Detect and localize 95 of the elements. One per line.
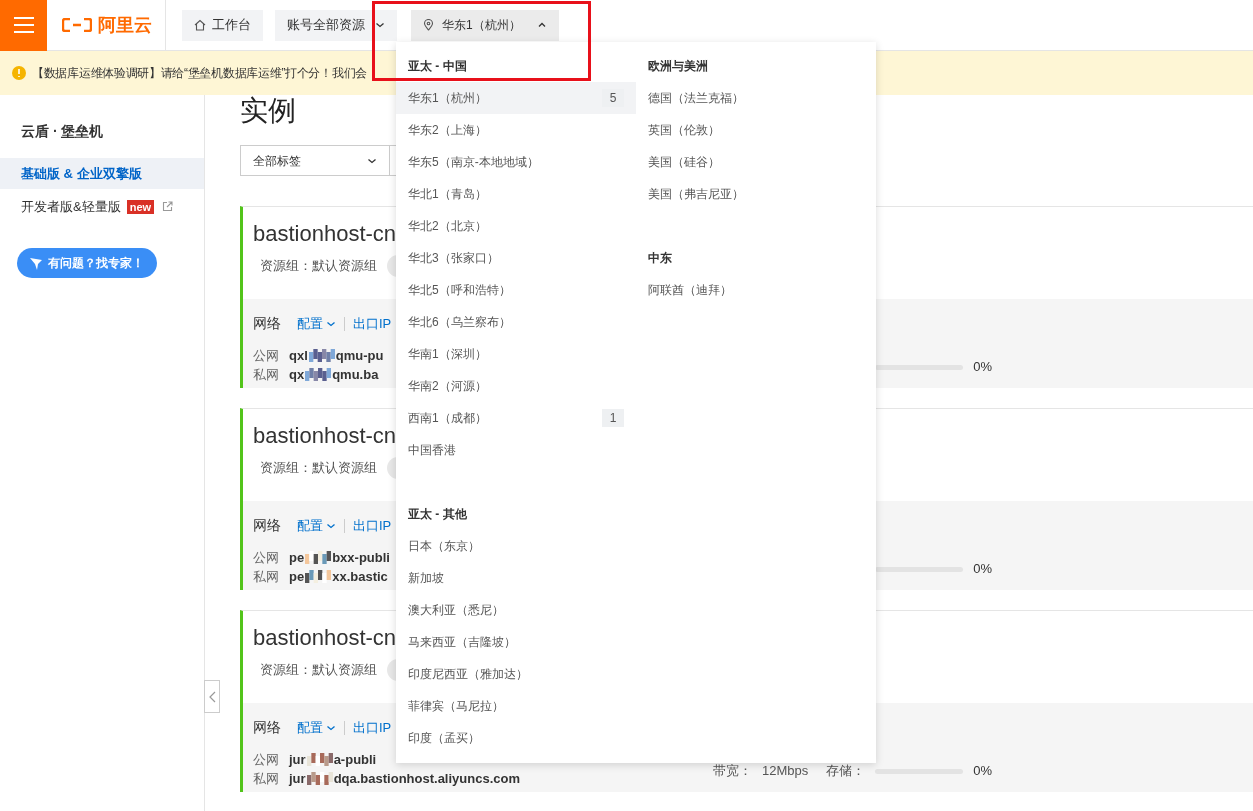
bandwidth-value: 12Mbps xyxy=(761,761,809,780)
sidebar-item-label: 开发者版&轻量版 xyxy=(21,197,121,216)
egress-ip-link[interactable]: 出口IP xyxy=(353,717,392,738)
region-option[interactable]: 菲律宾（马尼拉） xyxy=(396,690,636,722)
storage-label: 存储： xyxy=(826,761,866,780)
region-option[interactable]: 印度尼西亚（雅加达） xyxy=(396,658,636,690)
public-label: 公网 xyxy=(253,548,279,567)
pixelated-redaction xyxy=(305,550,332,565)
logo-text: 阿里云 xyxy=(98,13,152,37)
sidebar-item-label: 基础版 & 企业双擎版 xyxy=(21,164,142,183)
region-option[interactable]: 华南1（深圳） xyxy=(396,338,636,370)
region-option[interactable]: 华北1（青岛） xyxy=(396,178,636,210)
logo-icon xyxy=(62,18,92,32)
private-address-start: jur xyxy=(289,769,306,788)
egress-ip-link[interactable]: 出口IP xyxy=(353,515,392,536)
public-address-start: qxl xyxy=(289,346,308,365)
network-label: 网络 xyxy=(253,516,281,535)
region-option[interactable]: 中国香港 xyxy=(396,434,636,466)
bandwidth-label: 带宽： xyxy=(712,761,752,780)
instance-count-badge: 1 xyxy=(602,409,624,427)
tag-filter-select[interactable]: 全部标签 xyxy=(240,145,390,176)
region-group-title: 中东 xyxy=(647,250,673,267)
chevron-up-icon xyxy=(536,20,547,30)
region-option[interactable]: 美国（弗吉尼亚） xyxy=(636,178,876,210)
warning-icon xyxy=(12,66,26,80)
public-address-start: pe xyxy=(289,548,305,567)
chevron-down-icon xyxy=(375,20,385,30)
sidebar-item[interactable]: 基础版 & 企业双擎版 xyxy=(0,158,204,189)
private-address-end: qmu.ba xyxy=(332,365,379,384)
chevron-left-icon xyxy=(208,690,216,703)
resource-scope-dropdown[interactable]: 账号全部资源 xyxy=(275,9,397,41)
region-group-title: 欧洲与美洲 xyxy=(647,58,709,75)
region-option[interactable]: 华东1（杭州） 5 xyxy=(396,82,636,114)
location-pin-icon xyxy=(423,19,434,31)
resource-group-text: 资源组：默认资源组 xyxy=(260,459,377,478)
page-title: 实例 xyxy=(240,94,296,128)
public-address-end: bxx-publi xyxy=(332,548,390,567)
public-label: 公网 xyxy=(253,346,279,365)
region-option[interactable]: 美国（硅谷） xyxy=(636,146,876,178)
config-link[interactable]: 配置 xyxy=(297,515,336,536)
egress-ip-link[interactable]: 出口IP xyxy=(353,313,392,334)
private-address-end: xx.bastic xyxy=(332,567,388,586)
region-option[interactable]: 华东5（南京-本地地域） xyxy=(396,146,636,178)
region-dropdown[interactable]: 华东1（杭州） xyxy=(411,9,559,41)
region-option[interactable]: 华北2（北京） xyxy=(396,210,636,242)
region-option[interactable]: 英国（伦敦） xyxy=(636,114,876,146)
private-label: 私网 xyxy=(253,567,279,586)
collapse-sidebar-button[interactable] xyxy=(204,680,220,713)
home-icon xyxy=(194,19,206,31)
resource-group-text: 资源组：默认资源组 xyxy=(260,257,377,276)
region-option[interactable]: 华北3（张家口） xyxy=(396,242,636,274)
storage-reading: 0% xyxy=(973,761,992,780)
region-option[interactable]: 华北5（呼和浩特） xyxy=(396,274,636,306)
private-label: 私网 xyxy=(253,365,279,384)
network-label: 网络 xyxy=(253,314,281,333)
notice-text: 【数据库运维体验调研】请给“堡垒机数据库运维”打个分！我们会 xyxy=(32,65,367,82)
region-option[interactable]: 马来西亚（吉隆坡） xyxy=(396,626,636,658)
network-label: 网络 xyxy=(253,718,281,737)
instance-count-badge: 5 xyxy=(602,89,624,107)
resource-group-text: 资源组：默认资源组 xyxy=(260,661,377,680)
region-option[interactable]: 华东2（上海） xyxy=(396,114,636,146)
private-label: 私网 xyxy=(253,769,279,788)
sidebar-title: 云盾 · 堡垒机 xyxy=(21,122,105,141)
region-option[interactable]: 印度（孟买） xyxy=(396,722,636,754)
region-option[interactable]: 华北6（乌兰察布） xyxy=(396,306,636,338)
public-address-end: a-publi xyxy=(333,750,377,769)
region-option[interactable]: 日本（东京） xyxy=(396,530,636,562)
sidebar-item[interactable]: 开发者版&轻量版 new xyxy=(0,191,204,222)
private-address-end: dqa.bastionhost.aliyuncs.com xyxy=(333,769,520,788)
region-option[interactable]: 西南1（成都） 1 xyxy=(396,402,636,434)
pixelated-redaction xyxy=(306,771,333,786)
region-option[interactable]: 阿联酋（迪拜） xyxy=(636,274,876,306)
region-group-title: 亚太 - 中国 xyxy=(407,58,468,75)
public-label: 公网 xyxy=(253,750,279,769)
storage-reading: 0% xyxy=(973,357,992,376)
region-option[interactable]: 华南2（河源） xyxy=(396,370,636,402)
menu-icon xyxy=(13,17,34,33)
private-address-start: pe xyxy=(289,567,305,586)
pixelated-redaction xyxy=(306,752,333,767)
private-address-start: qx xyxy=(289,365,305,384)
pixelated-redaction xyxy=(305,569,332,584)
config-link[interactable]: 配置 xyxy=(297,717,336,738)
public-address-end: qmu-pu xyxy=(335,346,384,365)
region-option[interactable]: 澳大利亚（悉尼） xyxy=(396,594,636,626)
config-link[interactable]: 配置 xyxy=(297,313,336,334)
region-group-title: 亚太 - 其他 xyxy=(407,506,468,523)
region-option[interactable]: 德国（法兰克福） xyxy=(636,82,876,114)
pixelated-redaction xyxy=(308,348,335,363)
pixelated-redaction xyxy=(305,367,332,382)
menu-button[interactable] xyxy=(0,0,47,51)
public-address-start: jur xyxy=(289,750,306,769)
region-option[interactable]: 新加坡 xyxy=(396,562,636,594)
workbench-button[interactable]: 工作台 xyxy=(182,9,263,41)
new-badge: new xyxy=(126,199,155,214)
storage-reading: 0% xyxy=(973,559,992,578)
